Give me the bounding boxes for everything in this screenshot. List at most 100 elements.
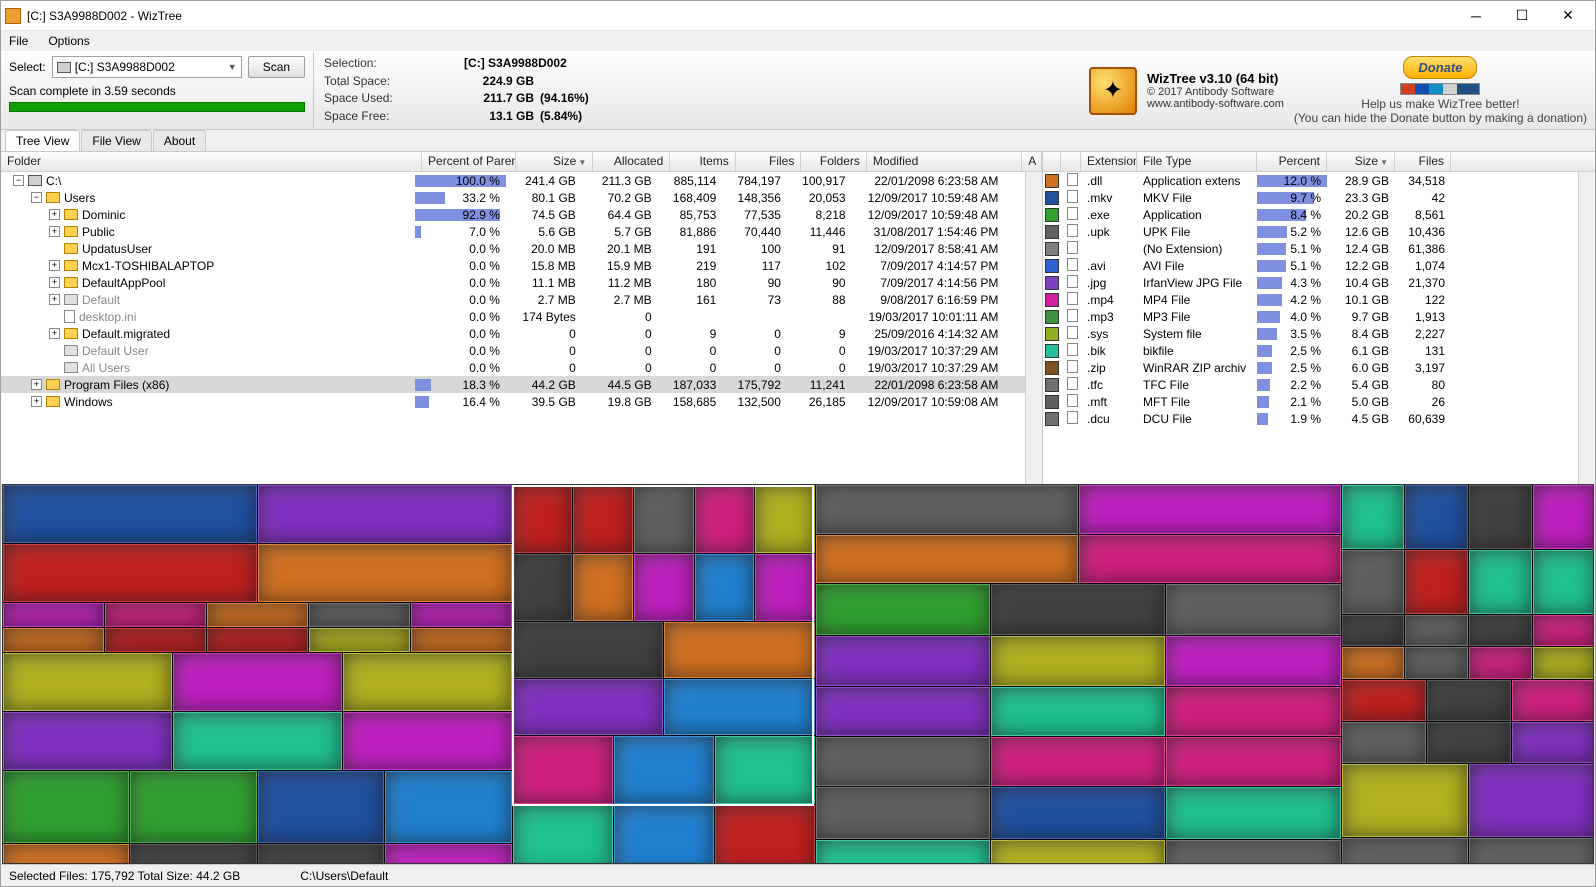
col-extension[interactable]: Extension (1081, 152, 1137, 171)
treemap-block[interactable] (173, 712, 342, 770)
menu-options[interactable]: Options (44, 32, 93, 50)
treemap-block[interactable] (3, 771, 129, 842)
treemap-block[interactable] (3, 844, 129, 864)
treemap-block[interactable] (1342, 722, 1426, 763)
ext-row[interactable]: .sysSystem file3.5 %8.4 GB2,227 (1043, 325, 1578, 342)
treemap-block[interactable] (1469, 764, 1594, 837)
treemap-block[interactable] (816, 584, 990, 635)
treemap-block[interactable] (385, 771, 511, 842)
close-button[interactable]: ✕ (1545, 2, 1591, 30)
treemap-block[interactable] (1166, 787, 1340, 839)
treemap-block[interactable] (991, 687, 1165, 736)
treemap-block[interactable] (816, 687, 990, 736)
tree-row[interactable]: +Public7.0 %5.6 GB5.7 GB81,88670,44011,4… (1, 223, 1025, 240)
col-folders[interactable]: Folders (801, 152, 867, 171)
treemap-block[interactable] (991, 787, 1165, 839)
tree-row[interactable]: +Program Files (x86)18.3 %44.2 GB44.5 GB… (1, 376, 1025, 393)
col-size[interactable]: Size▼ (516, 152, 593, 171)
treemap-block[interactable] (1427, 722, 1511, 763)
treemap[interactable] (2, 484, 1594, 864)
col-filetype[interactable]: File Type (1137, 152, 1257, 171)
expander-icon[interactable]: + (49, 226, 60, 237)
treemap-block[interactable] (816, 737, 990, 786)
tree-row[interactable]: All Users0.0 %0000019/03/2017 10:37:29 A… (1, 359, 1025, 376)
treemap-block[interactable] (105, 628, 206, 652)
treemap-block[interactable] (513, 554, 573, 622)
expander-icon[interactable]: + (49, 209, 60, 220)
ext-row[interactable]: .mkvMKV File9.7 %23.3 GB42 (1043, 189, 1578, 206)
treemap-block[interactable] (1533, 485, 1594, 549)
treemap-block[interactable] (258, 844, 384, 864)
treemap-block[interactable] (258, 485, 512, 543)
tree-scrollbar[interactable] (1025, 172, 1042, 484)
tree-body[interactable]: −C:\100.0 %241.4 GB211.3 GB885,114784,19… (1, 172, 1025, 484)
brand-url[interactable]: www.antibody-software.com (1147, 98, 1284, 110)
treemap-block[interactable] (1469, 550, 1532, 614)
treemap-block[interactable] (130, 844, 256, 864)
treemap-block[interactable] (1342, 550, 1405, 614)
treemap-block[interactable] (1533, 550, 1594, 614)
ext-row[interactable]: .mftMFT File2.1 %5.0 GB26 (1043, 393, 1578, 410)
tab-tree-view[interactable]: Tree View (5, 130, 80, 151)
tree-row[interactable]: Default User0.0 %0000019/03/2017 10:37:2… (1, 342, 1025, 359)
treemap-block[interactable] (1342, 838, 1469, 864)
treemap-block[interactable] (1079, 485, 1341, 534)
treemap-block[interactable] (634, 485, 694, 553)
expander-icon[interactable]: − (13, 175, 24, 186)
expander-icon[interactable]: + (49, 294, 60, 305)
treemap-block[interactable] (513, 622, 664, 678)
treemap-block[interactable] (1469, 838, 1594, 864)
treemap-block[interactable] (991, 737, 1165, 786)
ext-row[interactable]: .bikbikfile2.5 %6.1 GB131 (1043, 342, 1578, 359)
expander-icon[interactable]: + (31, 396, 42, 407)
treemap-block[interactable] (1166, 636, 1340, 687)
ext-row[interactable]: .upkUPK File5.2 %12.6 GB10,436 (1043, 223, 1578, 240)
ext-row[interactable]: .exeApplication8.4 %20.2 GB8,561 (1043, 206, 1578, 223)
treemap-block[interactable] (816, 636, 990, 687)
treemap-block[interactable] (816, 787, 990, 839)
treemap-block[interactable] (3, 485, 257, 543)
ext-row[interactable]: (No Extension)5.1 %12.4 GB61,386 (1043, 240, 1578, 257)
tree-row[interactable]: +Default0.0 %2.7 MB2.7 MB16173889/08/201… (1, 291, 1025, 308)
ext-row[interactable]: .mp4MP4 File4.2 %10.1 GB122 (1043, 291, 1578, 308)
donate-button[interactable]: Donate (1403, 56, 1477, 79)
treemap-block[interactable] (1405, 550, 1468, 614)
treemap-block[interactable] (755, 485, 815, 553)
col-attr[interactable]: A (1022, 152, 1042, 171)
tree-row[interactable]: +Default.migrated0.0 %0090925/09/2016 4:… (1, 325, 1025, 342)
treemap-block[interactable] (1533, 647, 1594, 679)
treemap-block[interactable] (816, 485, 1078, 534)
expander-icon[interactable]: + (49, 260, 60, 271)
treemap-block[interactable] (715, 736, 815, 804)
treemap-block[interactable] (634, 554, 694, 622)
treemap-block[interactable] (513, 679, 664, 735)
col-folder[interactable]: Folder (1, 152, 422, 171)
tree-row[interactable]: −C:\100.0 %241.4 GB211.3 GB885,114784,19… (1, 172, 1025, 189)
treemap-block[interactable] (343, 653, 512, 711)
col-items[interactable]: Items (670, 152, 736, 171)
treemap-block[interactable] (3, 544, 257, 602)
treemap-block[interactable] (1342, 680, 1426, 721)
maximize-button[interactable]: ☐ (1499, 2, 1545, 30)
col-icon[interactable] (1061, 152, 1081, 171)
treemap-block[interactable] (343, 712, 512, 770)
tree-row[interactable]: +Dominic92.9 %74.5 GB64.4 GB85,75377,535… (1, 206, 1025, 223)
treemap-block[interactable] (1166, 687, 1340, 736)
titlebar[interactable]: [C:] S3A9988D002 - WizTree ─ ☐ ✕ (1, 1, 1595, 31)
treemap-block[interactable] (1342, 764, 1469, 837)
treemap-block[interactable] (258, 771, 384, 842)
col-color[interactable] (1043, 152, 1061, 171)
treemap-block[interactable] (3, 653, 172, 711)
tree-row[interactable]: +Mcx1-TOSHIBALAPTOP0.0 %15.8 MB15.9 MB21… (1, 257, 1025, 274)
ext-row[interactable]: .tfcTFC File2.2 %5.4 GB80 (1043, 376, 1578, 393)
ext-row[interactable]: .jpgIrfanView JPG File4.3 %10.4 GB21,370 (1043, 274, 1578, 291)
treemap-block[interactable] (1166, 840, 1340, 864)
col-ext-size[interactable]: Size▼ (1327, 152, 1395, 171)
treemap-block[interactable] (1512, 680, 1594, 721)
ext-body[interactable]: .dllApplication extens12.0 %28.9 GB34,51… (1043, 172, 1578, 484)
ext-row[interactable]: .dcuDCU File1.9 %4.5 GB60,639 (1043, 410, 1578, 427)
treemap-block[interactable] (1533, 615, 1594, 647)
treemap-block[interactable] (664, 622, 815, 678)
treemap-block[interactable] (3, 603, 104, 627)
treemap-block[interactable] (1469, 647, 1532, 679)
